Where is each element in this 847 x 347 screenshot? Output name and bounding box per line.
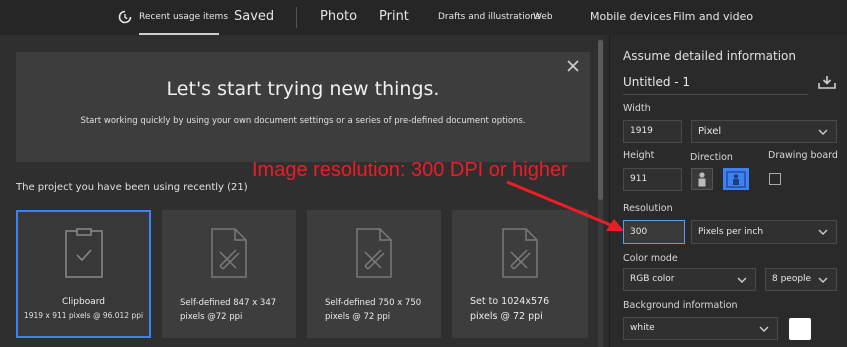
width-label: Width: [623, 103, 651, 114]
chevron-down-icon: [818, 277, 828, 283]
tab-web[interactable]: Web: [533, 0, 553, 35]
welcome-banner: Let's start trying new things. Start wor…: [16, 52, 590, 162]
recent-item-custom-750x750[interactable]: Self-defined 750 x 750 pixels @ 72 ppi: [307, 210, 441, 338]
width-input[interactable]: 1919: [623, 120, 682, 143]
recent-item-name: Self-defined 750 x 750: [325, 298, 422, 308]
portrait-orientation-button[interactable]: [691, 168, 713, 190]
top-tab-bar: Recent usage items Saved Photo Print Dra…: [0, 0, 847, 35]
resolution-unit-select[interactable]: Pixels per inch: [691, 220, 837, 244]
document-name-field[interactable]: Untitled - 1: [623, 75, 690, 89]
drawing-board-checkbox[interactable]: [769, 173, 781, 185]
width-unit-select[interactable]: Pixel: [691, 120, 837, 143]
tab-film-and-video[interactable]: Film and video: [673, 0, 753, 35]
resolution-unit-value: Pixels per inch: [698, 227, 764, 237]
direction-label: Direction: [690, 152, 733, 163]
annotation-arrow: [506, 180, 624, 231]
document-pencil-icon: [211, 228, 247, 278]
tab-mobile-devices[interactable]: Mobile devices: [590, 0, 671, 35]
tab-print[interactable]: Print: [379, 0, 409, 35]
recent-item-detail: pixels @ 72 ppi: [325, 312, 391, 322]
height-label: Height: [623, 150, 655, 161]
color-mode-label: Color mode: [623, 253, 678, 264]
recent-item-custom-847x347[interactable]: Self-defined 847 x 347 pixels @72 ppi: [162, 210, 296, 338]
bit-depth-value: 8 people: [772, 274, 812, 284]
landscape-orientation-button[interactable]: [723, 168, 749, 190]
background-select[interactable]: white: [623, 317, 778, 340]
color-mode-select[interactable]: RGB color: [623, 268, 756, 291]
tab-recent-usage-items[interactable]: Recent usage items: [139, 0, 228, 35]
recent-item-detail: pixels @ 72 ppi: [470, 311, 543, 322]
recent-item-detail: pixels @72 ppi: [180, 312, 243, 322]
recent-item-name: Clipboard: [62, 297, 105, 307]
background-color-swatch[interactable]: [789, 318, 811, 340]
close-icon[interactable]: [567, 60, 579, 72]
document-name-underline: [623, 94, 808, 95]
chevron-down-icon: [818, 229, 828, 235]
tab-photo[interactable]: Photo: [320, 0, 357, 35]
scrollbar-thumb[interactable]: [598, 40, 603, 200]
portrait-person-icon: [698, 172, 706, 187]
chevron-down-icon: [818, 129, 828, 135]
document-pencil-icon: [356, 228, 392, 278]
background-label: Background information: [623, 300, 738, 311]
drawing-board-label: Drawing board: [768, 150, 838, 161]
chevron-down-icon: [759, 326, 769, 332]
chevron-down-icon: [737, 277, 747, 283]
width-unit-value: Pixel: [698, 126, 722, 137]
color-mode-value: RGB color: [630, 274, 675, 284]
banner-title: Let's start trying new things.: [166, 78, 440, 100]
background-value: white: [630, 323, 655, 333]
banner-subtitle: Start working quickly by using your own …: [80, 116, 526, 126]
recent-item-detail: 1919 x 911 pixels @ 96.012 ppi: [23, 311, 144, 320]
resolution-annotation: Image resolution: 300 DPI or higher: [252, 159, 568, 181]
recent-item-name: Self-defined 847 x 347: [180, 298, 277, 308]
recent-item-name: Set to 1024x576: [470, 296, 550, 307]
details-title: Assume detailed information: [623, 49, 797, 63]
landscape-person-icon: [726, 171, 746, 188]
save-preset-icon[interactable]: [818, 75, 836, 89]
tab-drafts-and-illustrations[interactable]: Drafts and illustrations: [438, 0, 541, 35]
preset-details-pane: Assume detailed information Untitled - 1…: [609, 35, 847, 347]
clipboard-icon: [64, 228, 103, 278]
recent-clock-icon: [118, 10, 132, 24]
recent-projects-heading: The project you have been using recently…: [16, 182, 248, 193]
tab-divider: [296, 7, 297, 28]
tab-saved[interactable]: Saved: [234, 0, 274, 35]
recent-item-clipboard[interactable]: Clipboard 1919 x 911 pixels @ 96.012 ppi: [16, 210, 151, 338]
bit-depth-select[interactable]: 8 people: [765, 268, 837, 291]
